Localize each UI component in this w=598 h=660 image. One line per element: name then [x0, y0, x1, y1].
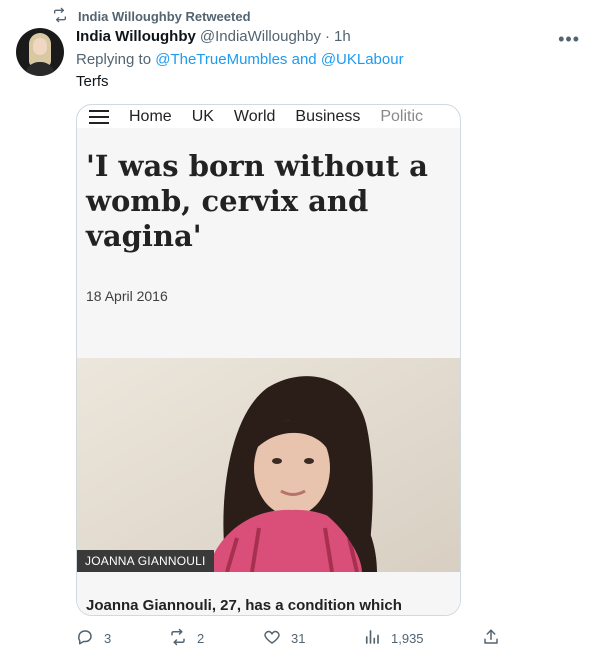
tweet-actions: 3 2 31 1,935 — [76, 628, 506, 648]
article-headline: 'I was born without a womb, cervix and v… — [86, 149, 428, 253]
replying-and[interactable]: and — [292, 51, 317, 68]
reply-count: 3 — [104, 631, 112, 646]
share-icon — [482, 628, 500, 649]
nav-item-home: Home — [129, 107, 172, 125]
reply-button[interactable]: 3 — [76, 628, 111, 649]
mention-link-uklabour[interactable]: @UKLabour — [321, 51, 404, 68]
views-count: 1,935 — [391, 631, 424, 646]
nav-item-business: Business — [295, 107, 361, 125]
article-lead-text: Joanna Giannouli, 27, has a condition wh… — [86, 597, 402, 614]
replying-prefix: Replying to — [76, 51, 152, 68]
retweet-count: 2 — [197, 631, 205, 646]
views-button[interactable]: 1,935 — [363, 628, 424, 649]
retweet-action-icon — [169, 628, 187, 649]
attached-image[interactable]: Home UK World Business Politic 'I was bo… — [76, 104, 461, 616]
article-lead: Joanna Giannouli, 27, has a condition wh… — [77, 572, 460, 615]
retweet-context[interactable]: India Willoughby Retweeted — [52, 7, 251, 26]
avatar[interactable] — [16, 28, 64, 76]
separator-dot: · — [324, 28, 330, 45]
retweet-button[interactable]: 2 — [169, 628, 204, 649]
views-bar-chart-icon — [363, 628, 381, 649]
share-button[interactable] — [482, 628, 500, 649]
tweet-text: Terfs — [76, 73, 109, 90]
nav-item-world: World — [233, 107, 276, 125]
mention-link-thetruemumbles[interactable]: @TheTrueMumbles — [155, 51, 287, 68]
display-name[interactable]: India Willoughby — [76, 28, 196, 45]
retweet-label: India Willoughby Retweeted — [78, 9, 251, 24]
more-icon[interactable]: ••• — [558, 30, 580, 48]
replying-to: Replying to @TheTrueMumbles and @UKLabou… — [76, 51, 404, 68]
like-count: 31 — [291, 631, 306, 646]
nav-item-uk: UK — [191, 107, 214, 125]
like-button[interactable]: 31 — [263, 628, 305, 649]
timestamp[interactable]: 1h — [334, 28, 351, 45]
article-date: 18 April 2016 — [86, 288, 168, 304]
article-photo: JOANNA GIANNOULI — [77, 358, 460, 572]
hamburger-menu-icon — [89, 109, 109, 124]
retweet-icon — [52, 7, 68, 26]
heart-icon — [263, 628, 281, 649]
tweet-header: India Willoughby @IndiaWilloughby · 1h — [76, 28, 351, 45]
nav-item-politics: Politic — [380, 107, 424, 125]
news-nav-bar: Home UK World Business Politic — [77, 105, 460, 128]
user-handle[interactable]: @IndiaWilloughby — [200, 28, 321, 45]
reply-icon — [76, 628, 94, 649]
photo-caption: JOANNA GIANNOULI — [77, 550, 214, 572]
